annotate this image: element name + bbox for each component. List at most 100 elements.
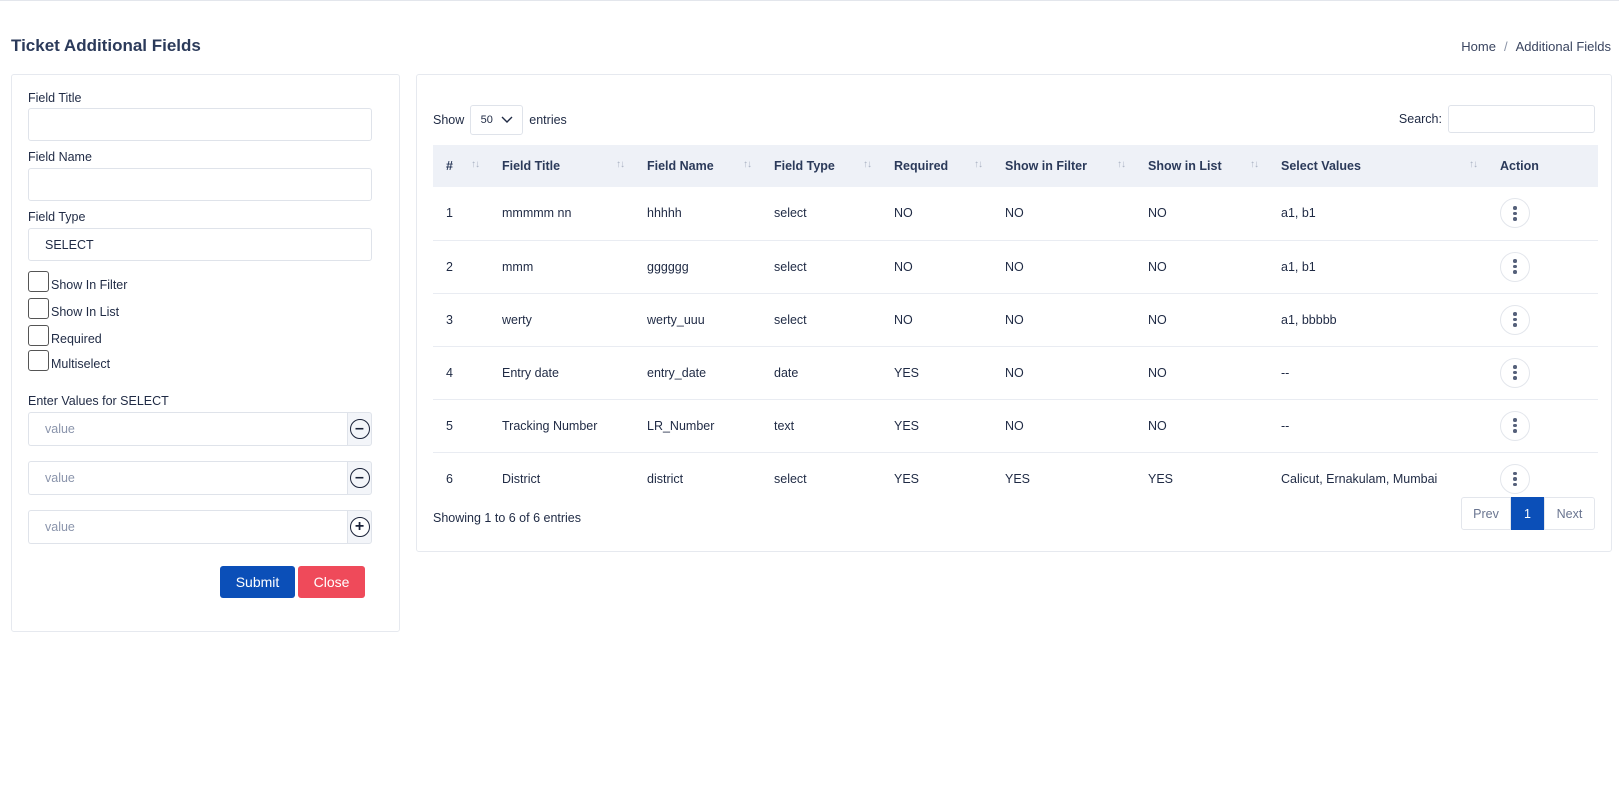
cell-action: [1487, 240, 1598, 293]
column-header-index[interactable]: # ↑↓: [433, 145, 489, 187]
cell-field-type: select: [774, 312, 807, 327]
multiselect-label: Multiselect: [51, 356, 111, 371]
field-name-label: Field Name: [28, 150, 92, 164]
pagination: Prev 1 Next: [1461, 497, 1595, 530]
cell-field-name: district: [647, 471, 684, 486]
top-border: [0, 0, 1619, 1]
cell-show-in-list: YES: [1148, 471, 1174, 486]
cell-field-type: select: [774, 206, 807, 221]
cell-field-type: date: [774, 365, 799, 380]
cell-action: [1487, 293, 1598, 346]
cell-show-in-filter: NO: [1005, 206, 1024, 221]
search-label: Search:: [1398, 112, 1442, 126]
entries-length-control: Show 50 entries: [433, 105, 567, 135]
fields-table: # ↑↓ Field Title ↑↓ Field Name ↑↓ Field Typ…: [433, 145, 1598, 505]
cell-action: [1487, 187, 1598, 240]
row-actions-button[interactable]: [1500, 198, 1530, 229]
show-in-list-checkbox[interactable]: [28, 298, 49, 319]
cell-show-in-filter: NO: [1005, 418, 1024, 433]
more-vertical-icon: [1513, 206, 1517, 221]
more-vertical-icon: [1513, 471, 1517, 486]
column-header-field-name[interactable]: Field Name ↑↓: [634, 145, 761, 187]
row-actions-button[interactable]: [1500, 410, 1530, 441]
column-header-field-type[interactable]: Field Type ↑↓: [761, 145, 881, 187]
show-in-filter-checkbox[interactable]: [28, 271, 49, 292]
prev-page-button[interactable]: Prev: [1461, 497, 1511, 530]
cell-select-values: a1, bbbbb: [1281, 312, 1337, 327]
row-actions-button[interactable]: [1500, 463, 1530, 494]
multiselect-checkbox-row[interactable]: Multiselect: [28, 350, 111, 371]
cell-field-title: werty: [502, 312, 532, 327]
row-actions-button[interactable]: [1500, 304, 1530, 335]
cell-select-values: a1, b1: [1281, 259, 1316, 274]
more-vertical-icon: [1513, 418, 1517, 433]
row-actions-button[interactable]: [1500, 357, 1530, 388]
show-in-filter-label: Show In Filter: [51, 277, 128, 292]
table-info: Showing 1 to 6 of 6 entries: [433, 511, 582, 525]
column-header-show-in-list[interactable]: Show in List ↑↓: [1135, 145, 1268, 187]
sort-icon: ↑↓: [1117, 159, 1126, 170]
search-input[interactable]: [1448, 105, 1595, 133]
plus-circle-icon: +: [349, 517, 370, 537]
required-label: Required: [51, 331, 102, 346]
show-in-list-checkbox-row[interactable]: Show In List: [28, 298, 119, 319]
value-input[interactable]: [28, 412, 347, 446]
value-input[interactable]: [28, 510, 347, 544]
entries-label: entries: [529, 113, 567, 127]
table-row: 3 werty werty_uuu select NO NO NO a1, bbbbb: [433, 293, 1598, 346]
show-in-filter-checkbox-row[interactable]: Show In Filter: [28, 271, 128, 292]
table-search: Search:: [1399, 105, 1595, 133]
cell-select-values: a1, b1: [1281, 206, 1316, 221]
value-row: –: [28, 412, 372, 446]
chevron-down-icon: [501, 116, 513, 123]
column-header-select-values[interactable]: Select Values ↑↓: [1268, 145, 1487, 187]
field-title-input[interactable]: [28, 108, 372, 141]
value-row: +: [28, 510, 372, 544]
cell-index: 5: [446, 418, 453, 433]
cell-field-title: District: [502, 471, 541, 486]
table-header-row: # ↑↓ Field Title ↑↓ Field Name ↑↓ Field Typ…: [433, 145, 1598, 187]
page-1-button[interactable]: 1: [1511, 497, 1544, 530]
cell-index: 2: [446, 259, 453, 274]
required-checkbox-row[interactable]: Required: [28, 325, 102, 346]
column-header-required[interactable]: Required ↑↓: [881, 145, 992, 187]
column-header-field-title[interactable]: Field Title ↑↓: [489, 145, 634, 187]
value-row: –: [28, 461, 372, 495]
row-actions-button[interactable]: [1500, 251, 1530, 282]
cell-field-name: werty_uuu: [647, 312, 705, 327]
breadcrumb-current: Additional Fields: [1515, 39, 1611, 54]
breadcrumb-home[interactable]: Home: [1461, 39, 1496, 54]
remove-value-button[interactable]: –: [347, 461, 372, 495]
cell-field-type: select: [774, 471, 807, 486]
close-button[interactable]: Close: [298, 566, 365, 598]
column-header-show-in-filter[interactable]: Show in Filter ↑↓: [992, 145, 1135, 187]
submit-button[interactable]: Submit: [220, 566, 295, 598]
cell-show-in-list: NO: [1148, 206, 1167, 221]
table-row: 1 mmmmm nn hhhhh select NO NO NO a1, b1: [433, 187, 1598, 240]
field-name-input[interactable]: [28, 168, 372, 201]
entries-select[interactable]: 50: [470, 105, 524, 135]
sort-icon: ↑↓: [863, 159, 872, 170]
required-checkbox[interactable]: [28, 325, 49, 346]
table-row: 2 mmm gggggg select NO NO NO a1, b1: [433, 240, 1598, 293]
minus-circle-icon: –: [349, 468, 370, 488]
multiselect-checkbox[interactable]: [28, 350, 49, 371]
add-value-button[interactable]: +: [347, 510, 372, 544]
next-page-button[interactable]: Next: [1544, 497, 1595, 530]
table-row: 5 Tracking Number LR_Number text YES NO NO --: [433, 399, 1598, 452]
field-type-select[interactable]: SELECT: [28, 228, 372, 261]
more-vertical-icon: [1513, 365, 1517, 380]
cell-index: 4: [446, 365, 453, 380]
cell-select-values: --: [1281, 365, 1290, 380]
sort-icon: ↑↓: [1469, 159, 1478, 170]
page-title: Ticket Additional Fields: [11, 36, 201, 55]
remove-value-button[interactable]: –: [347, 412, 372, 446]
sort-icon: ↑↓: [743, 159, 752, 170]
entries-value: 50: [480, 114, 493, 126]
cell-field-title: Entry date: [502, 365, 559, 380]
breadcrumb: Home / Additional Fields: [1461, 39, 1611, 54]
value-input[interactable]: [28, 461, 347, 495]
table-row: 4 Entry date entry_date date YES NO NO --: [433, 346, 1598, 399]
select-values-label: Enter Values for SELECT: [28, 394, 169, 408]
cell-field-type: text: [774, 418, 795, 433]
